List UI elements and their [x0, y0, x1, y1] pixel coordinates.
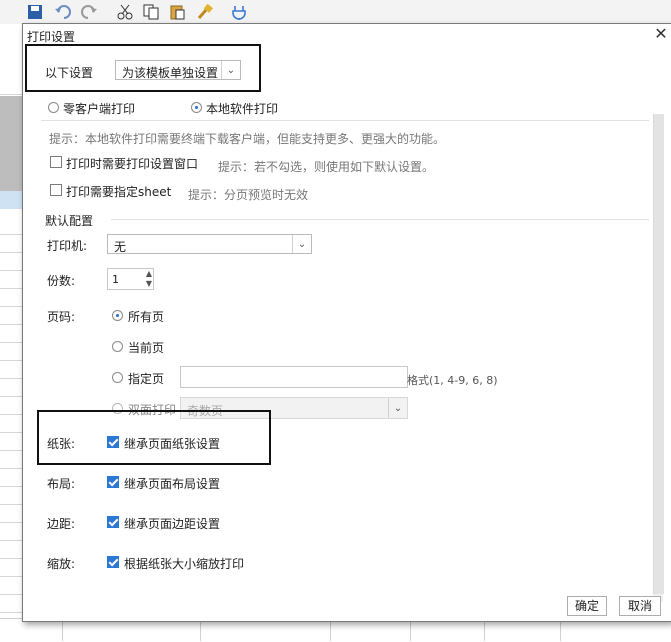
specified-pages-label: 指定页: [128, 372, 165, 386]
copies-label: 份数:: [47, 274, 76, 288]
specified-pages-input[interactable]: [180, 366, 408, 388]
margin-option-label: 继承页面边距设置: [124, 517, 221, 531]
printer-select[interactable]: 无 ⌄: [107, 234, 312, 254]
redo-icon[interactable]: [80, 4, 98, 20]
format-brush-icon[interactable]: [196, 4, 214, 20]
local-print-label: 本地软件打印: [206, 102, 279, 116]
copies-stepper[interactable]: 1 ▲ ▼: [107, 268, 154, 290]
copy-icon[interactable]: [142, 4, 160, 20]
dialog-titlebar: 打印设置 ✕: [23, 24, 671, 46]
printer-label: 打印机:: [47, 239, 88, 253]
printer-select-value: 无: [114, 240, 127, 254]
stepper-down-icon[interactable]: ▼: [146, 279, 152, 289]
sheet-label: 打印需要指定sheet: [66, 185, 172, 199]
save-icon[interactable]: [26, 4, 44, 20]
chevron-down-icon[interactable]: ⌄: [292, 235, 311, 253]
close-icon[interactable]: ✕: [653, 25, 669, 43]
radio-specified-pages[interactable]: [112, 372, 123, 383]
dialog-title: 打印设置: [27, 30, 76, 44]
undo-icon[interactable]: [54, 4, 72, 20]
paper-label: 纸张:: [47, 437, 76, 451]
copies-value: 1: [112, 273, 119, 286]
scope-label: 以下设置: [45, 66, 94, 80]
print-settings-dialog: 打印设置 ✕ 以下设置 为该模板单独设置 ⌄ 零客户端打印 本地软件打印 提示：…: [22, 23, 671, 622]
all-pages-label: 所有页: [128, 310, 165, 324]
paper-checkbox[interactable]: [107, 436, 119, 448]
layout-checkbox[interactable]: [107, 476, 119, 488]
chevron-down-icon[interactable]: ⌄: [388, 398, 407, 418]
radio-client-print[interactable]: [48, 102, 59, 113]
client-print-label: 零客户端打印: [63, 102, 136, 116]
zoom-option-label: 根据纸张大小缩放打印: [124, 557, 245, 571]
local-print-hint: 提示：本地软件打印需要终端下载客户端，但能支持更多、更强大的功能。: [49, 132, 446, 146]
cancel-button[interactable]: 取消: [619, 596, 661, 616]
cut-icon[interactable]: [116, 4, 134, 20]
page-format-hint: 格式(1, 4-9, 6, 8): [407, 374, 498, 387]
margin-checkbox[interactable]: [107, 516, 119, 528]
paper-option-label: 继承页面纸张设置: [124, 437, 221, 451]
pages-label: 页码:: [47, 310, 76, 324]
radio-current-page[interactable]: [112, 341, 123, 352]
chevron-down-icon[interactable]: ⌄: [221, 61, 240, 79]
scrollbar-thumb[interactable]: [653, 114, 664, 594]
radio-local-print[interactable]: [191, 102, 202, 113]
scope-select-value: 为该模板单独设置: [122, 66, 219, 80]
layout-label: 布局:: [47, 477, 76, 491]
current-page-label: 当前页: [128, 341, 165, 355]
stepper-up-icon[interactable]: ▲: [146, 269, 152, 279]
show-dialog-checkbox[interactable]: [50, 156, 62, 168]
margin-label: 边距:: [47, 517, 76, 531]
sheet-header-strip: [0, 96, 22, 191]
layout-option-label: 继承页面布局设置: [124, 477, 221, 491]
radio-all-pages[interactable]: [112, 310, 123, 321]
ok-button[interactable]: 确定: [567, 596, 607, 616]
sheet-checkbox[interactable]: [50, 184, 62, 196]
zoom-checkbox[interactable]: [107, 556, 119, 568]
show-dialog-hint: 提示：若不勾选，则使用如下默认设置。: [218, 160, 435, 174]
plugin-icon[interactable]: [230, 4, 248, 20]
sheet-hint: 提示：分页预览时无效: [188, 188, 309, 202]
zoom-label: 缩放:: [47, 557, 76, 571]
app-toolbar: [0, 0, 671, 25]
divider: [41, 120, 649, 121]
show-dialog-label: 打印时需要打印设置窗口: [66, 157, 199, 171]
defaults-section-label: 默认配置: [45, 214, 94, 228]
scope-select[interactable]: 为该模板单独设置 ⌄: [115, 60, 241, 80]
sheet-selected-row: [0, 191, 22, 209]
divider: [111, 219, 649, 220]
paste-icon[interactable]: [168, 4, 186, 20]
